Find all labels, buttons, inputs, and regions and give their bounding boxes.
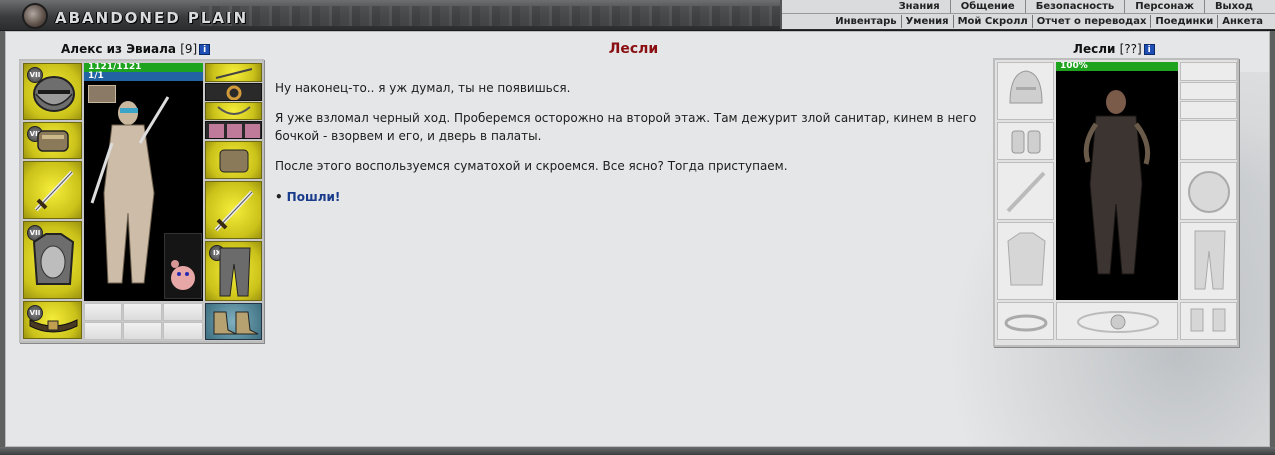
armor-slot[interactable]: VII (23, 221, 82, 299)
emblem-icon (1077, 311, 1159, 333)
legs-slot[interactable]: IX (205, 241, 262, 301)
boots-icon (1190, 308, 1226, 332)
helmet-icon (1009, 70, 1043, 104)
gloves-icon (219, 149, 249, 173)
quick-slot-4[interactable] (84, 322, 122, 340)
nav-inventory[interactable]: Инвентарь (831, 15, 900, 28)
choice-label[interactable]: Пошли! (287, 190, 341, 204)
npc-figure-icon (1083, 90, 1151, 275)
npc-armor-slot (997, 222, 1054, 300)
npc-info-icon[interactable]: i (1143, 44, 1155, 55)
nav-my-scroll[interactable]: Мой Скролл (952, 14, 1032, 28)
earring-icon (217, 106, 251, 115)
choice-bullet: • (275, 190, 283, 204)
npc-boots-slot (1180, 302, 1237, 340)
belt-icon (29, 319, 78, 333)
player-mana-bar: 1/1 (84, 72, 203, 81)
quick-slot-1[interactable] (84, 303, 122, 321)
gloves-slot[interactable] (205, 141, 262, 179)
greaves-icon (1194, 230, 1226, 290)
nav-knowledge[interactable]: Знания (889, 0, 950, 13)
weapon-left-slot[interactable] (23, 161, 82, 219)
npc-earring-slot (1180, 101, 1237, 119)
rune-icon (209, 124, 260, 138)
top-bar: ABANDONED PLAIN Знания Общение Безопасно… (0, 0, 1275, 31)
bracers-icon (37, 130, 69, 152)
logo-emblem-icon (22, 3, 48, 29)
npc-amulet-slot (1180, 62, 1237, 81)
greaves-icon (219, 247, 251, 297)
quick-slot-6[interactable] (163, 322, 203, 340)
npc-quick-slots (1056, 302, 1178, 340)
player-level: [9] (180, 42, 198, 56)
npc-name: Лесли (1073, 42, 1116, 56)
npc-title: Лесли [??] i (1073, 42, 1155, 56)
boots-slot[interactable] (205, 303, 262, 340)
npc-equipment-panel: 100% (993, 58, 1239, 347)
npc-hp-bar: 100% (1056, 62, 1178, 71)
dialog-paragraph-1: Ну наконец-то.. я уж думал, ты не появиш… (275, 81, 571, 95)
bracers-icon (1011, 130, 1041, 154)
belt-slot[interactable]: VII (23, 301, 82, 339)
nav-character[interactable]: Персонаж (1124, 0, 1204, 13)
dialog-choice-go[interactable]: • Пошли! (275, 190, 340, 204)
sword-icon (1006, 171, 1046, 213)
boots-icon (213, 311, 259, 335)
npc-helmet-slot (997, 62, 1054, 120)
game-logo: ABANDONED PLAIN (55, 9, 249, 27)
player-name: Алекс из Эвиала (61, 42, 177, 56)
belt-icon (1004, 314, 1048, 332)
sword-icon (34, 170, 74, 212)
dialog-paragraph-2: Я уже взломал черный ход. Проберемся ост… (275, 111, 977, 143)
earring-slot[interactable] (205, 102, 262, 120)
npc-level: [??] (1119, 42, 1142, 56)
npc-ring-slot (1180, 82, 1237, 100)
dialog-paragraph-3: После этого воспользуемся суматохой и ск… (275, 159, 788, 173)
npc-legs-slot (1180, 222, 1237, 300)
npc-belt-slot (997, 302, 1054, 340)
player-title: Алекс из Эвиала [9] i (61, 42, 211, 56)
nav-security[interactable]: Безопасность (1024, 0, 1125, 13)
armor-icon (1007, 232, 1046, 286)
nav-skills[interactable]: Умения (900, 14, 953, 28)
amulet-icon (215, 68, 253, 79)
npc-weapon-left-slot (997, 162, 1054, 220)
nav-communication[interactable]: Общение (949, 0, 1025, 13)
nav-primary: Знания Общение Безопасность Персонаж Вых… (782, 0, 1275, 14)
quick-slot-3[interactable] (163, 303, 203, 321)
npc-gloves-slot (1180, 120, 1237, 160)
helmet-icon (33, 76, 75, 112)
header-ornament (200, 6, 790, 26)
dialog-title: Лесли (608, 41, 659, 57)
rune-slots[interactable] (205, 121, 262, 139)
player-portrait[interactable]: 1121/1121 1/1 (84, 63, 203, 301)
quick-slot-2[interactable] (123, 303, 162, 321)
nav-profile[interactable]: Анкета (1217, 14, 1267, 28)
npc-bracers-slot (997, 122, 1054, 160)
pet-creature-icon (171, 260, 195, 290)
main-navigation: Знания Общение Безопасность Персонаж Вых… (780, 0, 1275, 29)
amulet-slot[interactable] (205, 63, 262, 82)
armor-icon (32, 233, 75, 285)
npc-portrait: 100% (1056, 62, 1178, 300)
bracers-slot[interactable]: VII (23, 122, 82, 159)
weapon-right-slot[interactable] (205, 181, 262, 239)
sword-icon (214, 190, 254, 232)
ring-slot[interactable] (205, 83, 262, 101)
player-equipment-panel: VII VII VII VII 1121/1121 1/1 IX (19, 59, 264, 343)
npc-shield-slot (1180, 162, 1237, 220)
shield-icon (1188, 171, 1230, 213)
bottom-bar (0, 447, 1275, 455)
player-info-icon[interactable]: i (199, 44, 211, 55)
nav-transfer-report[interactable]: Отчет о переводах (1031, 14, 1151, 28)
main-content: Алекс из Эвиала [9] i VII VII VII VII 11… (5, 31, 1270, 447)
pet-slot[interactable] (164, 233, 202, 299)
helmet-slot[interactable]: VII (23, 63, 82, 120)
nav-exit[interactable]: Выход (1203, 0, 1263, 13)
ring-icon (226, 85, 242, 100)
nav-secondary: Инвентарь Умения Мой Скролл Отчет о пере… (782, 14, 1275, 28)
nav-duels[interactable]: Поединки (1150, 14, 1217, 28)
quick-slot-5[interactable] (123, 322, 162, 340)
